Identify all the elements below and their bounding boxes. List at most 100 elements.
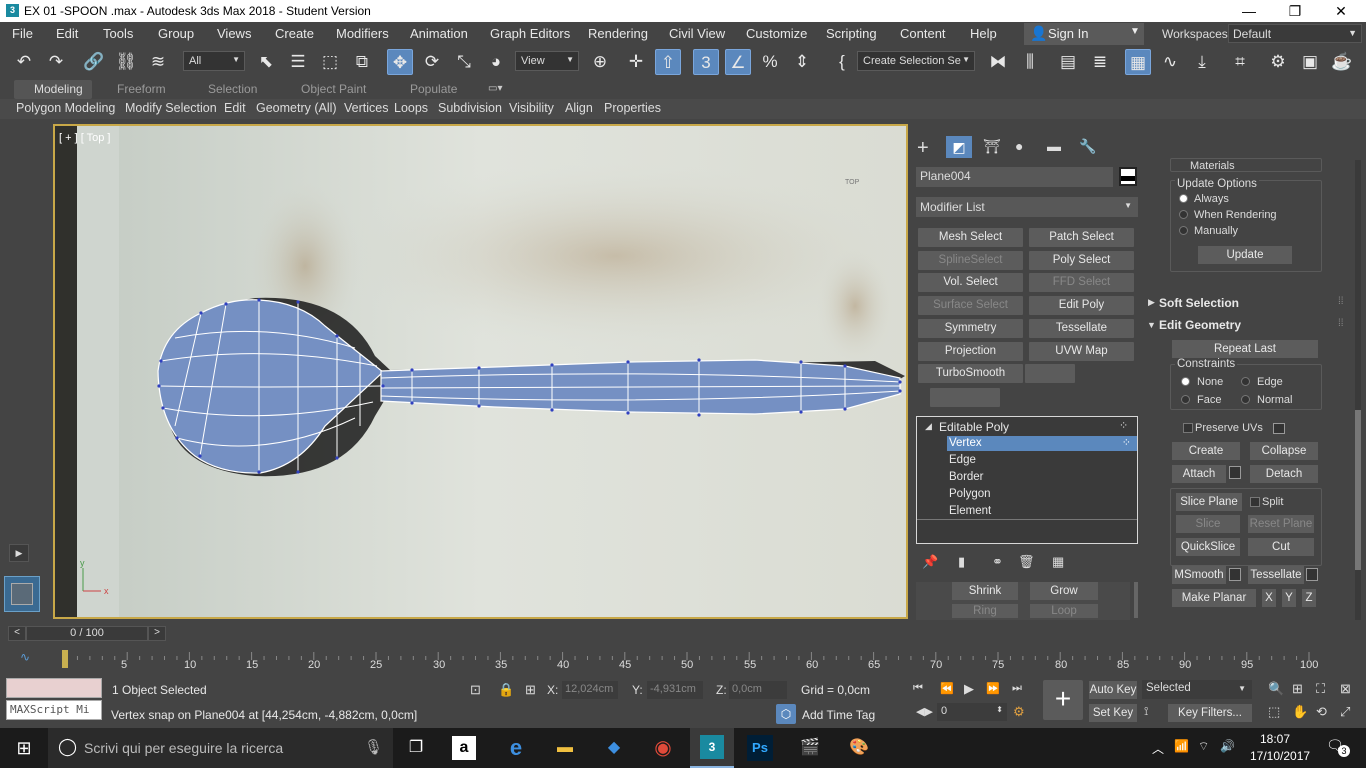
- object-color-swatch[interactable]: [1119, 167, 1137, 186]
- time-configuration-icon[interactable]: ⚙: [1013, 704, 1025, 720]
- ribbon-options-icon[interactable]: ▭▾: [488, 83, 502, 94]
- wifi-icon[interactable]: ⌔: [1198, 739, 1209, 754]
- edit-poly-button[interactable]: Edit Poly: [1029, 296, 1134, 315]
- zoom-icon[interactable]: 🔍: [1268, 681, 1284, 697]
- planar-x-button[interactable]: X: [1262, 589, 1276, 607]
- key-selection-dropdown[interactable]: Selected ▼: [1142, 680, 1252, 699]
- utilities-tab-icon[interactable]: 🔧: [1079, 138, 1096, 155]
- empty-modifier-button-2[interactable]: [930, 388, 1000, 407]
- stack-element[interactable]: Element: [949, 505, 991, 517]
- menu-graph-editors[interactable]: Graph Editors: [490, 26, 570, 41]
- viewport-layout-icon[interactable]: [4, 576, 40, 612]
- menu-create[interactable]: Create: [275, 26, 314, 41]
- tab-selection[interactable]: Selection: [208, 82, 257, 96]
- show-end-result-icon[interactable]: ▮: [958, 554, 965, 570]
- pin-stack-icon[interactable]: 📌: [922, 554, 938, 570]
- turbosmooth-button[interactable]: TurboSmooth: [918, 364, 1023, 383]
- render-setup-icon[interactable]: ⚙: [1265, 49, 1291, 75]
- show-hidden-icons-icon[interactable]: ︿: [1152, 740, 1164, 757]
- radio-constraint-edge[interactable]: [1241, 377, 1250, 386]
- repeat-last-button[interactable]: Repeat Last: [1172, 340, 1318, 358]
- file-explorer-icon[interactable]: ▬: [551, 734, 579, 762]
- ffd-select-button[interactable]: FFD Select: [1029, 273, 1134, 292]
- radio-always[interactable]: [1179, 194, 1188, 203]
- hierarchy-tab-icon[interactable]: ⛩: [983, 138, 1001, 155]
- radio-constraint-none[interactable]: [1181, 377, 1190, 386]
- menu-content[interactable]: Content: [900, 26, 946, 41]
- radio-when-rendering[interactable]: [1179, 210, 1188, 219]
- tab-populate[interactable]: Populate: [410, 82, 457, 96]
- taskbar-3dsmax-active[interactable]: 3: [690, 728, 734, 768]
- set-key-button[interactable]: Set Key: [1089, 704, 1137, 722]
- window-crossing-icon[interactable]: ⧉: [349, 49, 375, 75]
- modify-tab-icon[interactable]: ◩: [946, 136, 972, 158]
- reset-plane-button[interactable]: Reset Plane: [1248, 515, 1314, 533]
- bind-space-warp-icon[interactable]: ≋: [145, 49, 171, 75]
- mesh-select-button[interactable]: Mesh Select: [918, 228, 1023, 247]
- update-button[interactable]: Update: [1198, 246, 1292, 264]
- ribbon-loops[interactable]: Loops: [394, 101, 428, 115]
- undo-icon[interactable]: ↶: [11, 49, 37, 75]
- menu-group[interactable]: Group: [158, 26, 194, 41]
- x-coord-field[interactable]: 12,024cm: [562, 681, 618, 699]
- collapse-button[interactable]: Collapse: [1250, 442, 1318, 460]
- attach-settings-icon[interactable]: [1229, 466, 1241, 479]
- uvw-map-button[interactable]: UVW Map: [1029, 342, 1134, 361]
- stack-editable-poly[interactable]: Editable Poly: [939, 420, 1009, 434]
- microphone-icon[interactable]: 🎙: [364, 738, 383, 756]
- detach-button[interactable]: Detach: [1250, 465, 1318, 483]
- zoom-all-icon[interactable]: ⊞: [1292, 681, 1303, 697]
- display-tab-icon[interactable]: ▬: [1047, 138, 1061, 154]
- spinner-snap-icon[interactable]: ⇕: [789, 49, 815, 75]
- menu-scripting[interactable]: Scripting: [826, 26, 877, 41]
- notification-icon[interactable]: 🗨 3: [1326, 737, 1350, 757]
- network-icon[interactable]: 📶: [1174, 739, 1189, 753]
- unlink-icon[interactable]: ⛓: [113, 49, 139, 75]
- layer-explorer-icon[interactable]: ≣: [1087, 49, 1113, 75]
- maximize-viewport-icon[interactable]: ⤢: [1340, 704, 1350, 720]
- menu-file[interactable]: File: [12, 26, 33, 41]
- schematic-view-icon[interactable]: ⌗: [1227, 49, 1253, 75]
- next-frame-button-icon[interactable]: ⏩: [986, 682, 1000, 695]
- volume-icon[interactable]: 🔊: [1220, 739, 1235, 753]
- rendered-frame-icon[interactable]: ▣: [1297, 49, 1323, 75]
- spline-select-button[interactable]: SplineSelect: [918, 251, 1023, 270]
- sign-in-button[interactable]: 👤 Sign In ▼: [1024, 23, 1144, 45]
- clock-time[interactable]: 18:07: [1260, 732, 1290, 746]
- redo-icon[interactable]: ↷: [43, 49, 69, 75]
- restore-icon[interactable]: ❐: [1272, 2, 1318, 20]
- lock-selection-icon[interactable]: 🔒: [498, 682, 514, 698]
- align-icon[interactable]: ⫼: [1017, 49, 1043, 75]
- menu-civil-view[interactable]: Civil View: [669, 26, 725, 41]
- expand-arrow-icon[interactable]: ▶: [1148, 297, 1155, 308]
- cut-button[interactable]: Cut: [1248, 538, 1314, 556]
- current-frame-field[interactable]: 0 ⬍: [937, 703, 1007, 721]
- pivot-center-icon[interactable]: ⊕: [587, 49, 613, 75]
- planar-y-button[interactable]: Y: [1282, 589, 1296, 607]
- menu-tools[interactable]: Tools: [103, 26, 133, 41]
- menu-rendering[interactable]: Rendering: [588, 26, 648, 41]
- taskbar-search-box[interactable]: ◯ Scrivi qui per eseguire la ricerca 🎙: [48, 728, 393, 768]
- task-view-icon[interactable]: ❐: [402, 734, 430, 762]
- collapse-arrow-icon[interactable]: ◢: [925, 421, 932, 432]
- vol-select-button[interactable]: Vol. Select: [918, 273, 1023, 292]
- photoshop-icon[interactable]: Ps: [747, 735, 773, 761]
- quickslice-button[interactable]: QuickSlice: [1176, 538, 1240, 556]
- make-planar-button[interactable]: Make Planar: [1172, 589, 1256, 607]
- zoom-extents-all-icon[interactable]: ⊠: [1340, 681, 1351, 697]
- left-panel-scrollbar[interactable]: [1134, 582, 1138, 618]
- rect-selection-icon[interactable]: ⬚: [317, 49, 343, 75]
- make-unique-icon[interactable]: ⚭: [992, 554, 1003, 570]
- scale-icon[interactable]: ⤡: [451, 49, 477, 75]
- z-coord-field[interactable]: 0,0cm: [729, 681, 787, 699]
- radio-constraint-normal[interactable]: [1241, 395, 1250, 404]
- surface-select-button[interactable]: Surface Select: [918, 296, 1023, 315]
- remove-modifier-icon[interactable]: 🗑: [1018, 554, 1035, 570]
- drag-handle-icon[interactable]: ⁞⁞: [1338, 318, 1344, 329]
- tessellate-button[interactable]: Tessellate: [1248, 566, 1304, 584]
- prev-frame-icon[interactable]: <: [8, 626, 26, 641]
- tab-modeling[interactable]: Modeling: [34, 82, 83, 96]
- radio-constraint-face[interactable]: [1181, 395, 1190, 404]
- ribbon-subdivision[interactable]: Subdivision: [438, 101, 502, 115]
- edge-app-icon[interactable]: e: [502, 734, 530, 762]
